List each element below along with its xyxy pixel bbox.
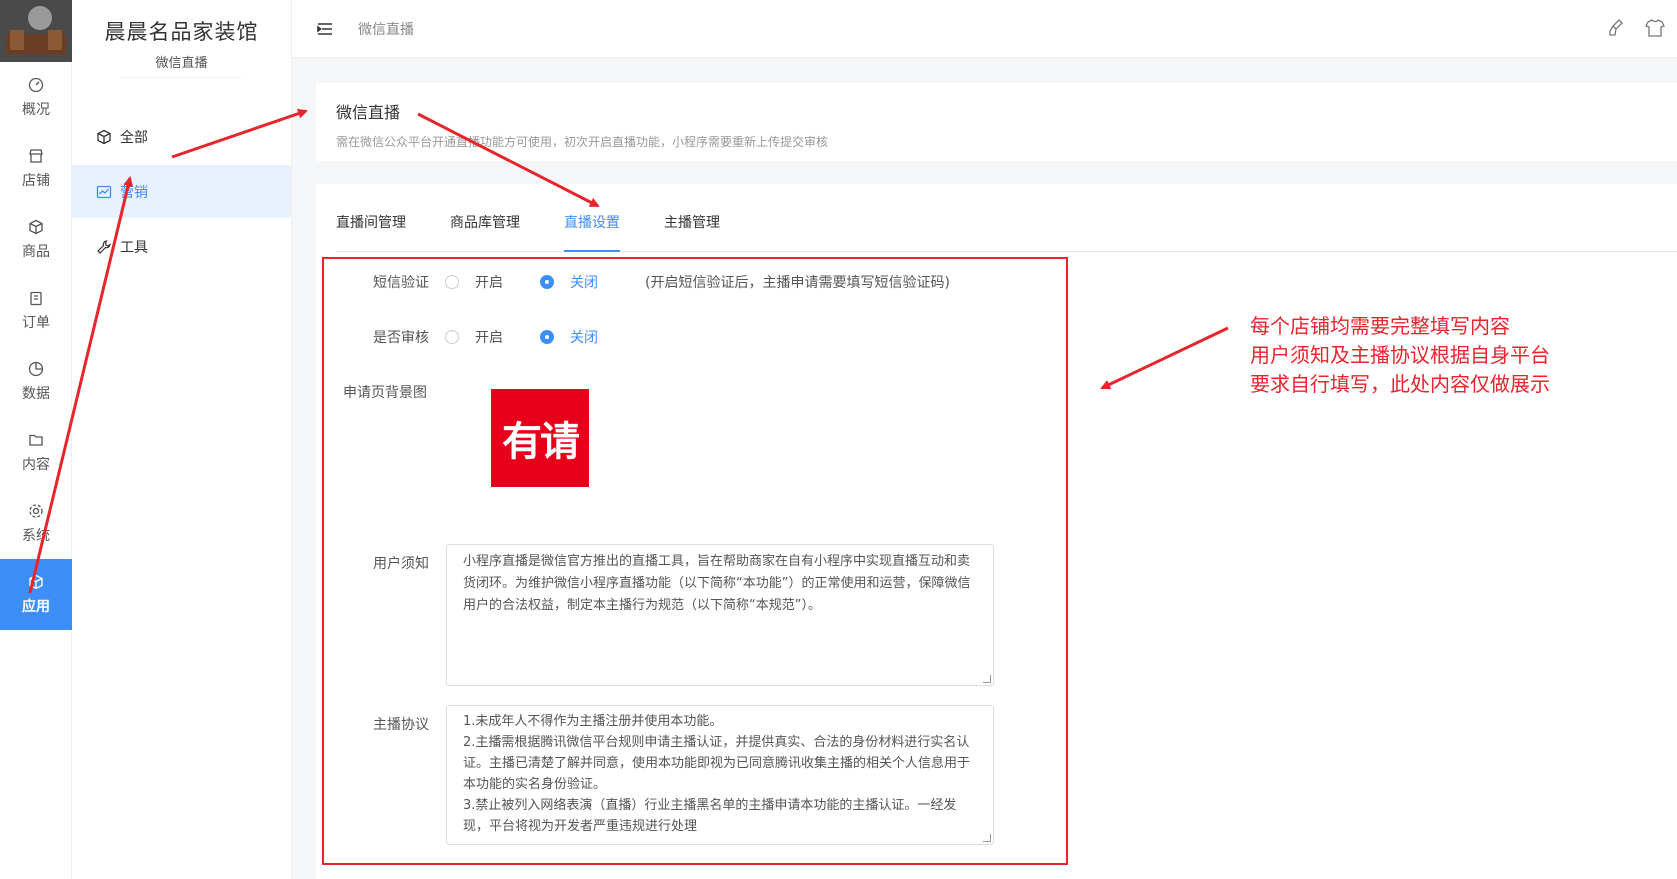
cube-icon — [29, 219, 43, 234]
tshirt-icon[interactable] — [1645, 18, 1665, 38]
left-nav-rail: 概况 店铺 商品 订单 数据 内容 系统 应用 — [0, 0, 72, 879]
wrench-icon — [97, 239, 111, 254]
cube-icon — [97, 129, 111, 144]
radio-circle — [445, 330, 459, 344]
radio-label: 关闭 — [570, 275, 598, 291]
store-icon — [29, 148, 43, 163]
rail-item-content[interactable]: 内容 — [0, 417, 72, 488]
menu-fold-icon[interactable] — [316, 20, 334, 38]
radio-circle — [540, 275, 554, 289]
user-notice-textarea[interactable]: 小程序直播是微信官方推出的直播工具，旨在帮助商家在自有小程序中实现直播互动和卖货… — [446, 544, 994, 686]
annotation-line: 每个店铺均需要完整填写内容 — [1250, 314, 1510, 338]
logo-image — [0, 0, 72, 62]
radio-label: 开启 — [475, 330, 503, 346]
rail-item-label: 店铺 — [22, 172, 50, 189]
agreement-line: 1.未成年人不得作为主播注册并使用本功能。 — [463, 714, 723, 729]
sms-verify-label: 短信验证 — [373, 275, 429, 291]
anchor-agreement-textarea[interactable]: 1.未成年人不得作为主播注册并使用本功能。 2.主播需根据腾讯微信平台规则申请主… — [446, 705, 994, 845]
radio-label: 开启 — [475, 275, 503, 291]
user-notice-label: 用户须知 — [373, 556, 429, 572]
review-on-radio[interactable]: 开启 — [445, 327, 503, 347]
sms-on-radio[interactable]: 开启 — [445, 272, 503, 292]
side-item-all[interactable]: 全部 — [72, 110, 291, 163]
rail-item-overview[interactable]: 概况 — [0, 62, 72, 133]
rail-item-data[interactable]: 数据 — [0, 346, 72, 417]
side-item-marketing[interactable]: 营销 — [72, 165, 291, 218]
rail-item-system[interactable]: 系统 — [0, 488, 72, 559]
chart-line-icon — [96, 185, 112, 198]
side-item-label: 工具 — [120, 239, 148, 256]
sms-hint: (开启短信验证后，主播申请需要填写短信验证码) — [645, 275, 950, 291]
tab-live-rooms[interactable]: 直播间管理 — [336, 212, 406, 251]
cube-icon — [29, 574, 43, 589]
rail-item-label: 数据 — [22, 385, 50, 402]
topbar-actions — [1607, 18, 1665, 38]
bg-image-label: 申请页背景图 — [343, 385, 427, 401]
pie-chart-icon — [28, 361, 44, 376]
anchor-agreement-label: 主播协议 — [373, 717, 429, 733]
store-subtitle: 微信直播 — [121, 52, 242, 78]
agreement-line: 3.禁止被列入网络表演（直播）行业主播黑名单的主播申请本功能的主播认证。一经发现… — [463, 798, 957, 834]
brush-icon[interactable] — [1607, 18, 1627, 38]
sms-off-radio[interactable]: 关闭 — [540, 272, 598, 292]
resize-handle[interactable] — [983, 675, 991, 683]
breadcrumb[interactable]: 微信直播 — [358, 19, 414, 39]
folder-icon — [29, 434, 43, 446]
user-notice-text: 小程序直播是微信官方推出的直播工具，旨在帮助商家在自有小程序中实现直播互动和卖货… — [463, 554, 971, 613]
side-item-tools[interactable]: 工具 — [72, 220, 291, 273]
radio-circle — [445, 275, 459, 289]
agreement-line: 2.主播需根据腾讯微信平台规则申请主播认证，并提供真实、合法的身份材料进行实名认… — [463, 735, 971, 792]
dashboard-icon — [28, 77, 44, 92]
review-off-radio[interactable]: 关闭 — [540, 327, 598, 347]
rail-item-label: 内容 — [22, 456, 50, 473]
bg-image-text: 有请 — [502, 419, 580, 465]
rail-item-orders[interactable]: 订单 — [0, 275, 72, 346]
annotation-line: 用户须知及主播协议根据自身平台 — [1250, 343, 1550, 367]
rail-item-label: 系统 — [22, 527, 50, 544]
rail-item-label: 应用 — [22, 598, 50, 615]
secondary-sidebar: 晨晨名品家装馆 微信直播 全部 营销 工具 — [72, 0, 292, 879]
tab-goods-library[interactable]: 商品库管理 — [450, 212, 520, 251]
side-item-label: 营销 — [120, 184, 148, 201]
page-description: 需在微信公众平台开通直播功能方可使用，初次开启直播功能，小程序需要重新上传提交审… — [336, 135, 829, 149]
rail-item-label: 概况 — [22, 101, 50, 118]
annotation-line: 要求自行填写，此处内容仅做展示 — [1250, 372, 1550, 396]
rail-item-label: 商品 — [22, 243, 50, 260]
rail-item-label: 订单 — [22, 314, 50, 331]
radio-label: 关闭 — [570, 330, 598, 346]
annotation-note: 每个店铺均需要完整填写内容 用户须知及主播协议根据自身平台 要求自行填写，此处内… — [1250, 312, 1550, 399]
gear-icon — [29, 503, 43, 518]
store-name: 晨晨名品家装馆 — [104, 20, 259, 44]
tab-anchor-management[interactable]: 主播管理 — [664, 212, 720, 251]
review-label: 是否审核 — [373, 330, 429, 346]
application-bg-image[interactable]: 有请 — [491, 389, 589, 487]
side-item-label: 全部 — [120, 129, 148, 146]
page-title: 微信直播 — [336, 103, 401, 122]
store-logo[interactable] — [0, 0, 72, 62]
resize-handle[interactable] — [983, 834, 991, 842]
top-bar: 微信直播 — [292, 0, 1677, 58]
rail-item-apps[interactable]: 应用 — [0, 559, 72, 630]
tab-bar: 直播间管理 商品库管理 直播设置 主播管理 — [336, 212, 1677, 252]
clipboard-icon — [30, 291, 42, 305]
rail-item-store[interactable]: 店铺 — [0, 133, 72, 204]
rail-item-goods[interactable]: 商品 — [0, 204, 72, 275]
radio-circle — [540, 330, 554, 344]
tab-live-settings[interactable]: 直播设置 — [564, 212, 620, 252]
page-header-card: 微信直播 需在微信公众平台开通直播功能方可使用，初次开启直播功能，小程序需要重新… — [316, 83, 1677, 161]
